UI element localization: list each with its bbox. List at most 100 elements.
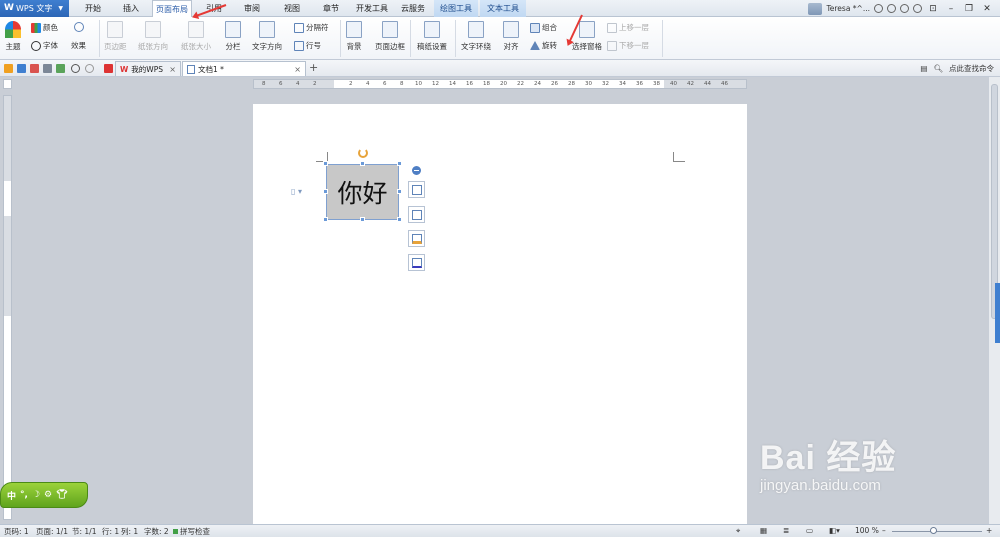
orientation-button[interactable]: 纸张方向 bbox=[138, 21, 168, 52]
vertical-ruler[interactable] bbox=[3, 95, 12, 520]
effect-button[interactable]: 效果 bbox=[71, 40, 86, 51]
tab-cloud[interactable]: 云服务 bbox=[396, 0, 430, 17]
bring-forward-button[interactable]: 上移一层 bbox=[607, 22, 649, 33]
clock-icon[interactable] bbox=[874, 4, 883, 13]
status-zoom[interactable]: 100 % bbox=[855, 526, 879, 535]
close-icon[interactable]: × bbox=[169, 65, 176, 74]
zoom-slider[interactable] bbox=[892, 531, 982, 532]
doc-tab-document1[interactable]: 文档1 * × bbox=[182, 61, 306, 76]
margins-button[interactable]: 页边距 bbox=[104, 21, 127, 52]
font-button[interactable]: 字体 bbox=[31, 40, 58, 51]
paper-setup-button[interactable]: 稿纸设置 bbox=[417, 21, 447, 52]
user-name[interactable]: Teresa *^... bbox=[826, 4, 870, 13]
reading-view-icon[interactable]: ◧▾ bbox=[829, 526, 840, 535]
rotate-button[interactable]: 旋转 bbox=[530, 40, 557, 51]
tab-home[interactable]: 开始 bbox=[78, 0, 108, 17]
resize-handle[interactable] bbox=[360, 217, 365, 222]
paper-size-button[interactable]: 纸张大小 bbox=[181, 21, 211, 52]
color-button[interactable]: 颜色 bbox=[31, 22, 58, 33]
doc-tab-my-wps[interactable]: W 我的WPS × bbox=[115, 61, 181, 76]
theme-button[interactable]: 主题 bbox=[5, 21, 21, 52]
tab-text-tools[interactable]: 文本工具 bbox=[480, 0, 526, 17]
app-menu-button[interactable]: W WPS 文字 ▼ bbox=[0, 0, 69, 17]
focus-mode-icon[interactable]: ⌖ bbox=[736, 526, 740, 536]
ruler-corner[interactable] bbox=[3, 79, 12, 89]
layout-options-button[interactable] bbox=[408, 181, 425, 198]
web-view-icon[interactable]: ▭ bbox=[806, 526, 813, 535]
preview-icon[interactable] bbox=[56, 64, 65, 73]
zoom-out-icon[interactable]: – bbox=[882, 526, 886, 535]
undo-icon[interactable] bbox=[71, 64, 80, 73]
page-view-icon[interactable]: ▦ bbox=[760, 526, 767, 535]
print-icon[interactable] bbox=[43, 64, 52, 73]
align-button[interactable]: 对齐 bbox=[503, 21, 519, 52]
line-numbers-button[interactable]: 行号 bbox=[294, 40, 321, 51]
group-button[interactable]: 组合 bbox=[530, 22, 557, 33]
zoom-slider-knob[interactable] bbox=[930, 527, 937, 534]
effect-icon-button[interactable] bbox=[74, 22, 84, 32]
breaks-button[interactable]: 分隔符 bbox=[294, 22, 329, 33]
punctuation-icon[interactable]: °, bbox=[20, 490, 28, 500]
status-spell-check[interactable]: 拼写检查 bbox=[180, 526, 210, 537]
tab-drawing-tools[interactable]: 绘图工具 bbox=[434, 0, 478, 17]
breaks-icon bbox=[294, 22, 304, 33]
help-icon[interactable] bbox=[913, 4, 922, 13]
group-icon bbox=[530, 22, 540, 33]
tab-chapter[interactable]: 章节 bbox=[316, 0, 346, 17]
share-icon[interactable] bbox=[887, 4, 896, 13]
status-bar: 页码: 1 页面: 1/1 节: 1/1 行: 1 列: 1 字数: 2 拼写检… bbox=[0, 524, 1000, 537]
fill-color-button[interactable] bbox=[408, 230, 425, 247]
horizontal-ruler[interactable]: 8 6 4 2 2 4 6 8 10 12 14 16 18 20 22 24 … bbox=[253, 79, 747, 89]
panel-icon[interactable]: ▤ bbox=[920, 64, 927, 73]
export-pdf-icon[interactable] bbox=[30, 64, 39, 73]
page-border-button[interactable]: 页面边框 bbox=[375, 21, 405, 52]
shirt-icon[interactable]: 👕︎ bbox=[56, 490, 67, 500]
background-button[interactable]: 背景 bbox=[346, 21, 362, 52]
close-icon[interactable]: × bbox=[294, 65, 301, 74]
edit-shape-button[interactable] bbox=[408, 206, 425, 223]
ime-toolbar[interactable]: 中 °, ☽ ⚙ 👕︎ bbox=[0, 482, 88, 508]
ruler-number: 44 bbox=[704, 81, 711, 87]
outline-view-icon[interactable]: ≣ bbox=[783, 526, 789, 535]
pin-icon[interactable] bbox=[104, 64, 113, 73]
wrap-text-button[interactable]: 文字环绕 bbox=[461, 21, 491, 52]
columns-button[interactable]: 分栏 bbox=[225, 21, 241, 52]
resize-handle[interactable] bbox=[397, 189, 402, 194]
minimize-icon[interactable]: – bbox=[944, 4, 958, 14]
resize-handle[interactable] bbox=[397, 161, 402, 166]
new-tab-button[interactable]: + bbox=[309, 61, 318, 74]
tab-view[interactable]: 视图 bbox=[277, 0, 307, 17]
resize-handle[interactable] bbox=[323, 217, 328, 222]
outline-color-button[interactable] bbox=[408, 254, 425, 271]
selected-textbox[interactable]: 你好 bbox=[326, 164, 399, 220]
moon-icon[interactable]: ☽ bbox=[32, 490, 40, 500]
fullscreen-icon[interactable]: ⊡ bbox=[926, 4, 940, 14]
resize-handle[interactable] bbox=[360, 161, 365, 166]
anchor-icon[interactable]: ▯ ▾ bbox=[291, 187, 302, 196]
ruler-number: 4 bbox=[366, 81, 370, 87]
status-page-num: 页码: 1 bbox=[4, 527, 29, 536]
rotate-handle-icon[interactable] bbox=[358, 148, 368, 158]
redo-icon[interactable] bbox=[85, 64, 94, 73]
zoom-in-icon[interactable]: + bbox=[986, 526, 992, 535]
resize-handle[interactable] bbox=[323, 161, 328, 166]
text-direction-button[interactable]: 文字方向 bbox=[252, 21, 282, 52]
restore-icon[interactable]: ❐ bbox=[962, 4, 976, 14]
gear-icon[interactable]: ⚙ bbox=[44, 490, 52, 500]
send-backward-button[interactable]: 下移一层 bbox=[607, 40, 649, 51]
resize-handle[interactable] bbox=[397, 217, 402, 222]
close-icon[interactable]: ✕ bbox=[980, 4, 994, 14]
find-command[interactable]: ▤ 🔍︎ 点此查找命令 bbox=[920, 63, 994, 74]
tab-insert[interactable]: 插入 bbox=[116, 0, 146, 17]
avatar[interactable] bbox=[808, 2, 823, 15]
skin-icon[interactable] bbox=[900, 4, 909, 13]
resize-handle[interactable] bbox=[323, 189, 328, 194]
open-icon[interactable] bbox=[4, 64, 13, 73]
ruler-number: 18 bbox=[483, 81, 490, 87]
tab-page-layout[interactable]: 页面布局 bbox=[152, 0, 192, 18]
side-panel-toggle[interactable] bbox=[995, 283, 1000, 343]
tab-review[interactable]: 审阅 bbox=[237, 0, 267, 17]
save-icon[interactable] bbox=[17, 64, 26, 73]
collapse-toolbar-icon[interactable] bbox=[412, 166, 421, 175]
tab-developer[interactable]: 开发工具 bbox=[352, 0, 392, 17]
